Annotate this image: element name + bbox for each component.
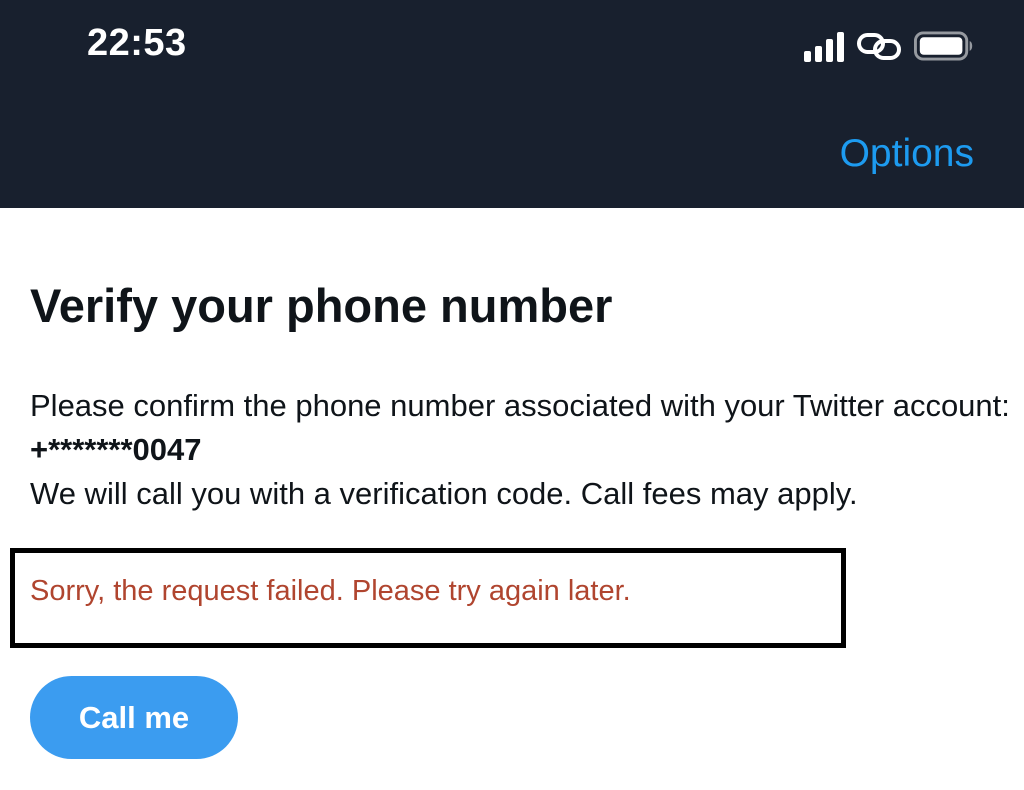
error-message: Sorry, the request failed. Please try ag… (30, 575, 631, 607)
call-fee-note: We will call you with a verification cod… (30, 476, 858, 511)
battery-icon (914, 31, 973, 61)
link-icon (857, 33, 901, 60)
call-me-button[interactable]: Call me (30, 676, 238, 759)
verification-description: Please confirm the phone number associat… (30, 384, 1010, 516)
status-time: 22:53 (87, 22, 187, 64)
options-link[interactable]: Options (840, 132, 974, 176)
description-prefix: Please confirm the phone number associat… (30, 388, 1010, 423)
top-bar: 22:53 Options (0, 0, 1024, 208)
masked-phone-number: +*******0047 (30, 432, 202, 467)
page-title: Verify your phone number (30, 279, 613, 332)
signal-icon (804, 30, 844, 62)
error-highlight-box: Sorry, the request failed. Please try ag… (10, 548, 846, 648)
status-icons (804, 28, 974, 64)
